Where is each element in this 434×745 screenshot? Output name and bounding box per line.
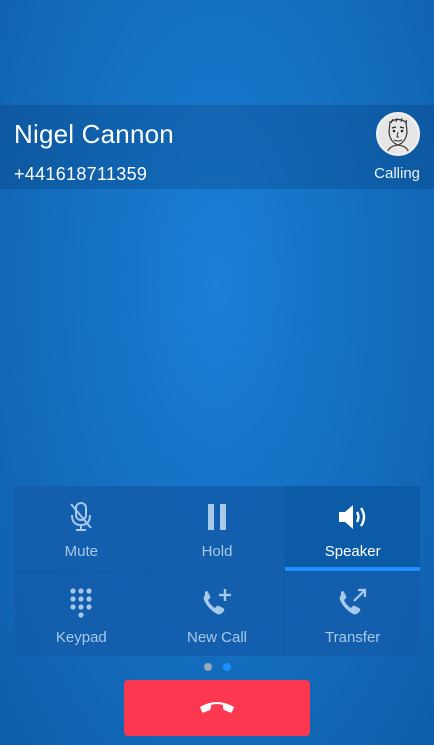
keypad-button[interactable]: Keypad xyxy=(14,571,149,656)
speaker-icon xyxy=(333,501,373,533)
caller-header: Nigel Cannon +441618711359 Calling xyxy=(0,105,434,189)
mute-label: Mute xyxy=(64,543,98,560)
hold-label: Hold xyxy=(201,543,233,560)
call-controls-grid: Mute Hold Speaker Keypad New Call Transf… xyxy=(14,486,420,656)
transfer-button[interactable]: Transfer xyxy=(285,571,420,656)
caller-number: +441618711359 xyxy=(14,164,148,184)
new-call-label: New Call xyxy=(186,628,247,646)
end-call-icon xyxy=(197,696,237,721)
caller-name: Nigel Cannon xyxy=(14,119,174,149)
pause-icon xyxy=(197,501,237,533)
keypad-label: Keypad xyxy=(55,628,107,646)
mic-off-icon xyxy=(61,501,101,533)
end-call-button[interactable] xyxy=(124,680,310,736)
mute-button[interactable]: Mute xyxy=(14,486,149,571)
new-call-button[interactable]: New Call xyxy=(149,571,285,656)
page-dot-2[interactable] xyxy=(222,663,231,671)
page-dot-1[interactable] xyxy=(203,663,212,671)
transfer-label: Transfer xyxy=(325,628,381,646)
speaker-button[interactable]: Speaker xyxy=(285,486,420,571)
speaker-label: Speaker xyxy=(324,543,381,560)
hold-button[interactable]: Hold xyxy=(149,486,285,571)
page-indicator xyxy=(0,663,434,671)
keypad-icon xyxy=(61,587,101,619)
phone-plus-icon xyxy=(197,587,237,619)
active-indicator xyxy=(285,566,420,571)
phone-transfer-icon xyxy=(333,587,373,619)
call-status: Calling xyxy=(374,165,420,182)
caller-avatar xyxy=(376,112,420,156)
